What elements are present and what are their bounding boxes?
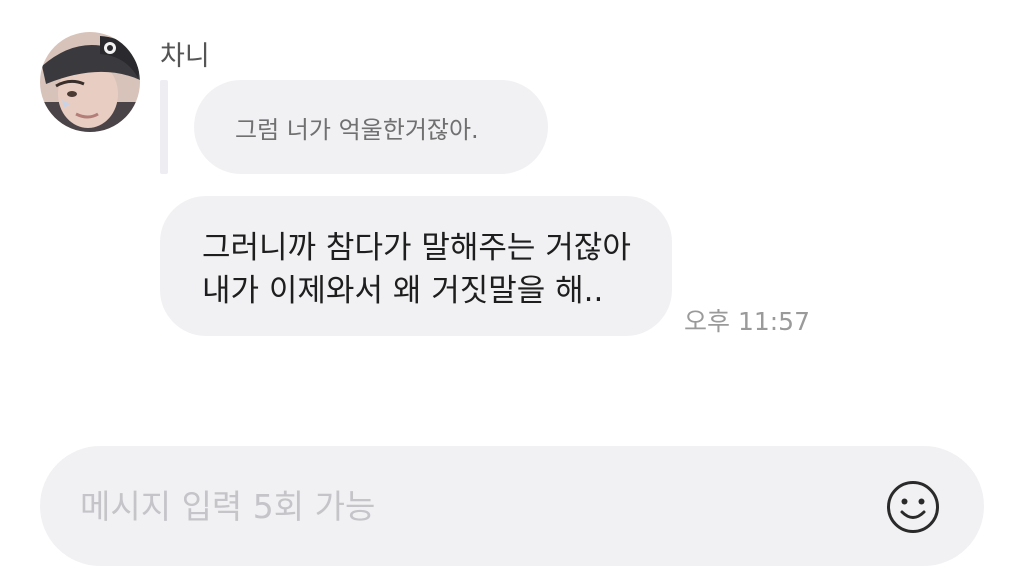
quoted-message-text: 그럼 너가 억울한거잖아. [235,115,479,144]
message-bubble[interactable]: 그러니까 참다가 말해주는 거잖아 내가 이제와서 왜 거짓말을 해.. [160,196,672,336]
avatar-photo [40,32,140,132]
reply-quote-bar [160,80,168,174]
message-composer [40,446,984,566]
message-input[interactable] [80,446,870,566]
message-line-1: 그러니까 참다가 말해주는 거잖아 [202,230,631,266]
quoted-message-bubble[interactable]: 그럼 너가 억울한거잖아. [194,80,548,174]
sender-name: 차니 [160,41,210,72]
message-line-2: 내가 이제와서 왜 거짓말을 해.. [202,273,604,309]
chat-screen: 차니 그럼 너가 억울한거잖아. 그러니까 참다가 말해주는 거잖아 내가 이제… [0,0,1024,576]
smiley-icon[interactable] [885,479,941,535]
avatar[interactable] [40,32,140,132]
message-timestamp: 오후 11:57 [684,307,810,336]
